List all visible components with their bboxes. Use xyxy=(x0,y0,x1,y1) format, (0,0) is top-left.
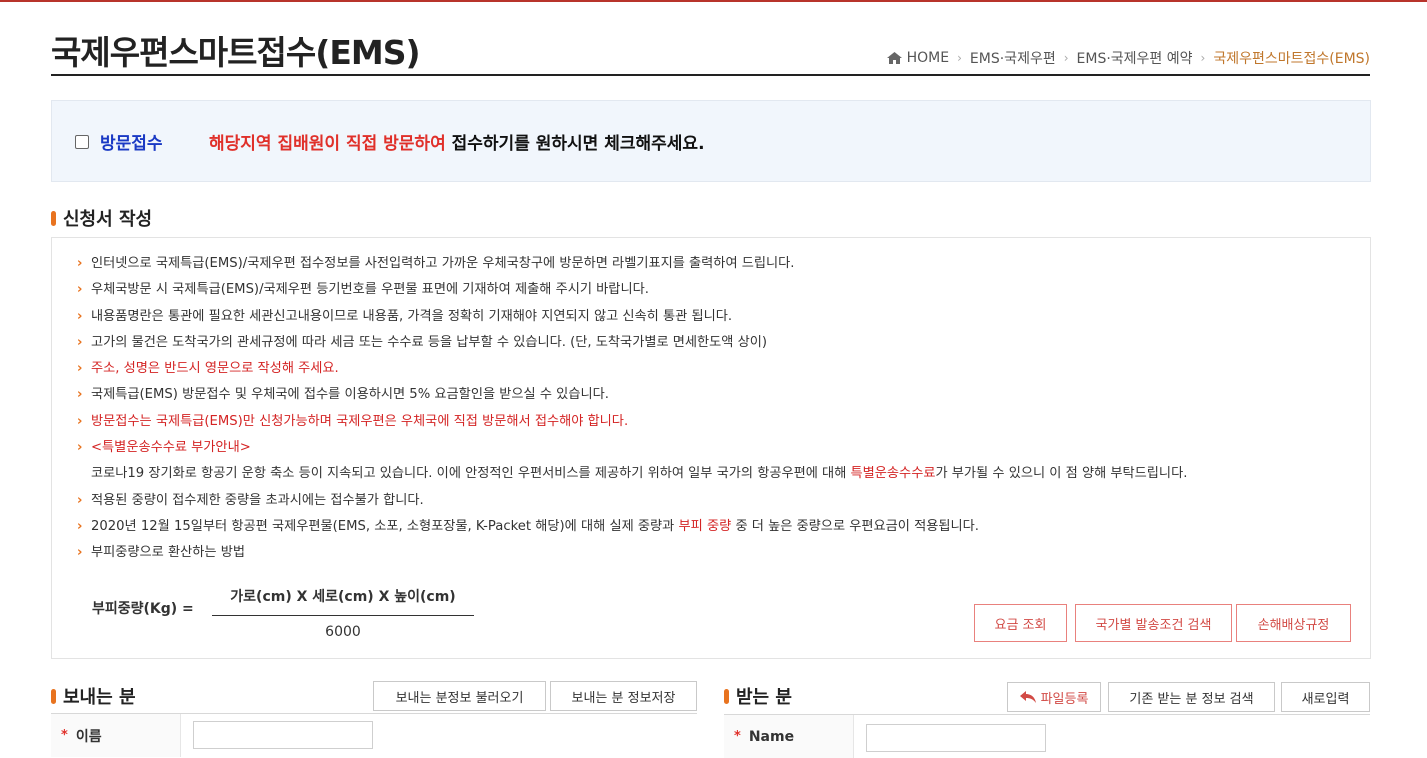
section-bullet-icon xyxy=(51,210,56,226)
surcharge-notice: 코로나19 장기화로 항공기 운항 축소 등이 지속되고 있습니다. 이에 안정… xyxy=(77,461,1187,487)
volume-text: 2020년 12월 15일부터 항공편 국제우편물(EMS, 소포, 소형포장물… xyxy=(91,518,679,534)
list-item: <특별운송수수료 부가안내> xyxy=(77,435,1187,462)
reply-arrow-icon xyxy=(1019,691,1036,703)
visit-pickup-description: 해당지역 집배원이 직접 방문하여 접수하기를 원하시면 체크해주세요. xyxy=(209,129,705,154)
list-item: 방문접수는 국제특급(EMS)만 신청가능하며 국제우편은 우체국에 직접 방문… xyxy=(77,409,1187,436)
country-conditions-button[interactable]: 국가별 발송조건 검색 xyxy=(1075,604,1232,642)
breadcrumb-current: 국제우편스마트접수(EMS) xyxy=(1213,51,1370,67)
section-bullet-icon xyxy=(724,688,729,704)
fee-lookup-button[interactable]: 요금 조회 xyxy=(974,604,1067,642)
sender-name-label: * 이름 xyxy=(51,714,181,757)
surcharge-highlight: 특별운송수수료 xyxy=(850,466,936,482)
surcharge-text: 코로나19 장기화로 항공기 운항 축소 등이 지속되고 있습니다. 이에 안정… xyxy=(91,466,851,482)
receiver-name-row: * Name xyxy=(724,714,1370,758)
info-list: 인터넷으로 국제특급(EMS)/국제우편 접수정보를 사전입력하고 가까운 우체… xyxy=(77,251,1187,567)
volume-highlight: 부피 중량 xyxy=(678,518,732,534)
visit-pickup-box: 방문접수 해당지역 집배원이 직접 방문하여 접수하기를 원하시면 체크해주세요… xyxy=(51,100,1371,182)
search-receiver-button[interactable]: 기존 받는 분 정보 검색 xyxy=(1108,682,1275,712)
formula-label: 부피중량(Kg) = xyxy=(92,601,194,617)
page-header: 국제우편스마트접수(EMS) HOME › EMS·국제우편 › EMS·국제우… xyxy=(51,20,1370,76)
file-upload-button[interactable]: 파일등록 xyxy=(1007,682,1101,712)
save-sender-button[interactable]: 보내는 분 정보저장 xyxy=(550,681,697,711)
required-icon: * xyxy=(61,728,68,743)
sender-name-input[interactable] xyxy=(193,721,373,749)
breadcrumb-item[interactable]: EMS·국제우편 예약 xyxy=(1077,48,1193,68)
volume-text-end: 중 더 높은 중량으로 우편요금이 적용됩니다. xyxy=(731,518,979,534)
formula-numerator: 가로(cm) X 세로(cm) X 높이(cm) xyxy=(230,589,456,605)
breadcrumb-separator-icon: › xyxy=(1200,51,1206,65)
sender-title-text: 보내는 분 xyxy=(63,687,136,708)
visit-pickup-checkbox[interactable] xyxy=(75,135,89,149)
list-item: 부피중량으로 환산하는 방법 xyxy=(77,540,1187,567)
volume-notice: 2020년 12월 15일부터 항공편 국제우편물(EMS, 소포, 소형포장물… xyxy=(77,514,1187,541)
breadcrumb-separator-icon: › xyxy=(1063,51,1069,65)
visit-desc-rest: 접수하기를 원하시면 체크해주세요. xyxy=(445,134,705,154)
breadcrumb: HOME › EMS·국제우편 › EMS·국제우편 예약 › 국제우편스마트접… xyxy=(886,48,1370,68)
breadcrumb-home[interactable]: HOME xyxy=(907,50,949,66)
application-info-box: 인터넷으로 국제특급(EMS)/국제우편 접수정보를 사전입력하고 가까운 우체… xyxy=(51,237,1371,659)
sender-section-title: 보내는 분 xyxy=(51,683,136,709)
formula-denominator: 6000 xyxy=(325,624,361,640)
top-accent-line xyxy=(0,0,1427,2)
required-icon: * xyxy=(734,729,741,744)
receiver-name-label-text: Name xyxy=(748,728,795,745)
page-title: 국제우편스마트접수(EMS) xyxy=(51,33,421,72)
formula-divider xyxy=(212,615,474,616)
list-item: 국제특급(EMS) 방문접수 및 우체국에 접수를 이용하시면 5% 요금할인을… xyxy=(77,382,1187,409)
list-item: 우체국방문 시 국제특급(EMS)/국제우편 등기번호를 우편물 표면에 기재하… xyxy=(77,277,1187,304)
load-sender-button[interactable]: 보내는 분정보 불러오기 xyxy=(373,681,546,711)
home-icon[interactable] xyxy=(886,52,902,64)
list-item: 인터넷으로 국제특급(EMS)/국제우편 접수정보를 사전입력하고 가까운 우체… xyxy=(77,251,1187,278)
sender-name-row: * 이름 xyxy=(51,713,697,757)
damage-rules-button[interactable]: 손해배상규정 xyxy=(1236,604,1351,642)
section-bullet-icon xyxy=(51,688,56,704)
breadcrumb-item[interactable]: EMS·국제우편 xyxy=(970,48,1056,68)
receiver-name-input[interactable] xyxy=(866,724,1046,752)
list-item: 적용된 중량이 접수제한 중량을 초과시에는 접수불가 합니다. xyxy=(77,488,1187,515)
receiver-section-title: 받는 분 xyxy=(724,683,792,709)
visit-desc-highlight: 해당지역 집배원이 직접 방문하여 xyxy=(209,134,446,154)
list-item: 고가의 물건은 도착국가의 관세규정에 따라 세금 또는 수수료 등을 납부할 … xyxy=(77,330,1187,357)
list-item: 주소, 성명은 반드시 영문으로 작성해 주세요. xyxy=(77,356,1187,383)
receiver-title-text: 받는 분 xyxy=(736,687,792,708)
receiver-name-label: * Name xyxy=(724,715,854,758)
surcharge-text-end: 가 부가될 수 있으니 이 점 양해 부탁드립니다. xyxy=(935,466,1188,482)
visit-pickup-label[interactable]: 방문접수 xyxy=(100,129,163,154)
file-upload-label: 파일등록 xyxy=(1040,691,1089,707)
application-section-title: 신청서 작성 xyxy=(51,205,152,231)
new-receiver-button[interactable]: 새로입력 xyxy=(1281,682,1370,712)
breadcrumb-separator-icon: › xyxy=(957,51,962,65)
sender-name-label-text: 이름 xyxy=(75,728,102,745)
application-title-text: 신청서 작성 xyxy=(63,209,153,230)
list-item: 내용품명란은 통관에 필요한 세관신고내용이므로 내용품, 가격을 정확히 기재… xyxy=(77,304,1187,331)
